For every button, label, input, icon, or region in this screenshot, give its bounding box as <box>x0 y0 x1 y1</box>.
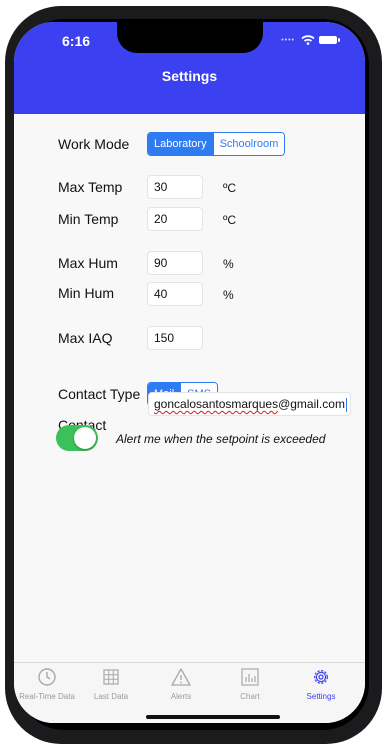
contact-value-name: goncalosantosmarques <box>154 397 279 411</box>
alert-toggle[interactable] <box>56 425 98 451</box>
tab-label: Chart <box>240 692 260 701</box>
signal-dots-icon: •••• <box>281 36 295 44</box>
max-iaq-input[interactable]: 150 <box>147 326 203 350</box>
max-temp-unit: ºC <box>223 181 237 195</box>
warning-icon <box>171 668 191 686</box>
grid-icon <box>103 669 119 685</box>
min-hum-unit: % <box>223 288 234 302</box>
tab-real-time-data[interactable]: Real-Time Data <box>14 663 82 713</box>
status-time: 6:16 <box>62 33 91 49</box>
alert-toggle-label: Alert me when the setpoint is exceeded <box>116 432 326 446</box>
tab-label: Last Data <box>93 692 129 701</box>
max-temp-input[interactable]: 30 <box>147 175 203 199</box>
max-temp-label: Max Temp <box>58 179 123 195</box>
gear-icon <box>314 670 328 684</box>
wifi-icon <box>301 35 315 45</box>
tab-chart[interactable]: Chart <box>215 663 285 713</box>
home-indicator[interactable] <box>146 715 280 719</box>
work-mode-segmented-control: Laboratory Schoolroom <box>147 132 286 156</box>
page-title: Settings <box>161 68 218 84</box>
tab-label: Real-Time Data <box>19 692 75 701</box>
tab-label: Alerts <box>170 692 192 701</box>
work-mode-option-schoolroom[interactable]: Schoolroom <box>212 133 285 155</box>
tab-settings[interactable]: Settings <box>286 663 356 713</box>
max-hum-unit: % <box>223 257 234 271</box>
max-hum-input[interactable]: 90 <box>147 251 203 275</box>
min-temp-input[interactable]: 20 <box>147 207 203 231</box>
status-icons: •••• <box>281 35 340 45</box>
min-hum-input[interactable]: 40 <box>147 282 203 306</box>
min-temp-label: Min Temp <box>58 211 119 227</box>
toggle-knob <box>74 427 96 449</box>
tab-alerts[interactable]: Alerts <box>146 663 216 713</box>
navigation-header: 6:16 •••• Settings <box>14 22 365 114</box>
text-cursor <box>345 397 347 412</box>
contact-value-domain: @gmail.com <box>278 397 345 411</box>
min-hum-label: Min Hum <box>58 285 115 301</box>
contact-type-label: Contact Type <box>58 386 141 402</box>
tab-last-data[interactable]: Last Data <box>76 663 146 713</box>
settings-form: Work Mode Laboratory Schoolroom Max Temp… <box>14 114 365 662</box>
tab-label: Settings <box>306 692 336 701</box>
work-mode-option-laboratory[interactable]: Laboratory <box>148 133 213 155</box>
clock-icon <box>38 668 56 686</box>
battery-icon <box>319 36 340 44</box>
app-screen: 6:16 •••• Settings Work Mode Laboratory … <box>14 22 365 723</box>
work-mode-label: Work Mode <box>58 136 130 152</box>
notch <box>117 22 263 53</box>
min-temp-unit: ºC <box>223 213 237 227</box>
max-iaq-label: Max IAQ <box>58 330 113 346</box>
max-hum-label: Max Hum <box>58 255 118 271</box>
contact-input[interactable]: goncalosantosmarques@gmail.com <box>148 392 351 416</box>
tab-bar: Real-Time Data Last Data Alerts Chart Se… <box>14 662 365 723</box>
chart-icon <box>241 668 259 686</box>
